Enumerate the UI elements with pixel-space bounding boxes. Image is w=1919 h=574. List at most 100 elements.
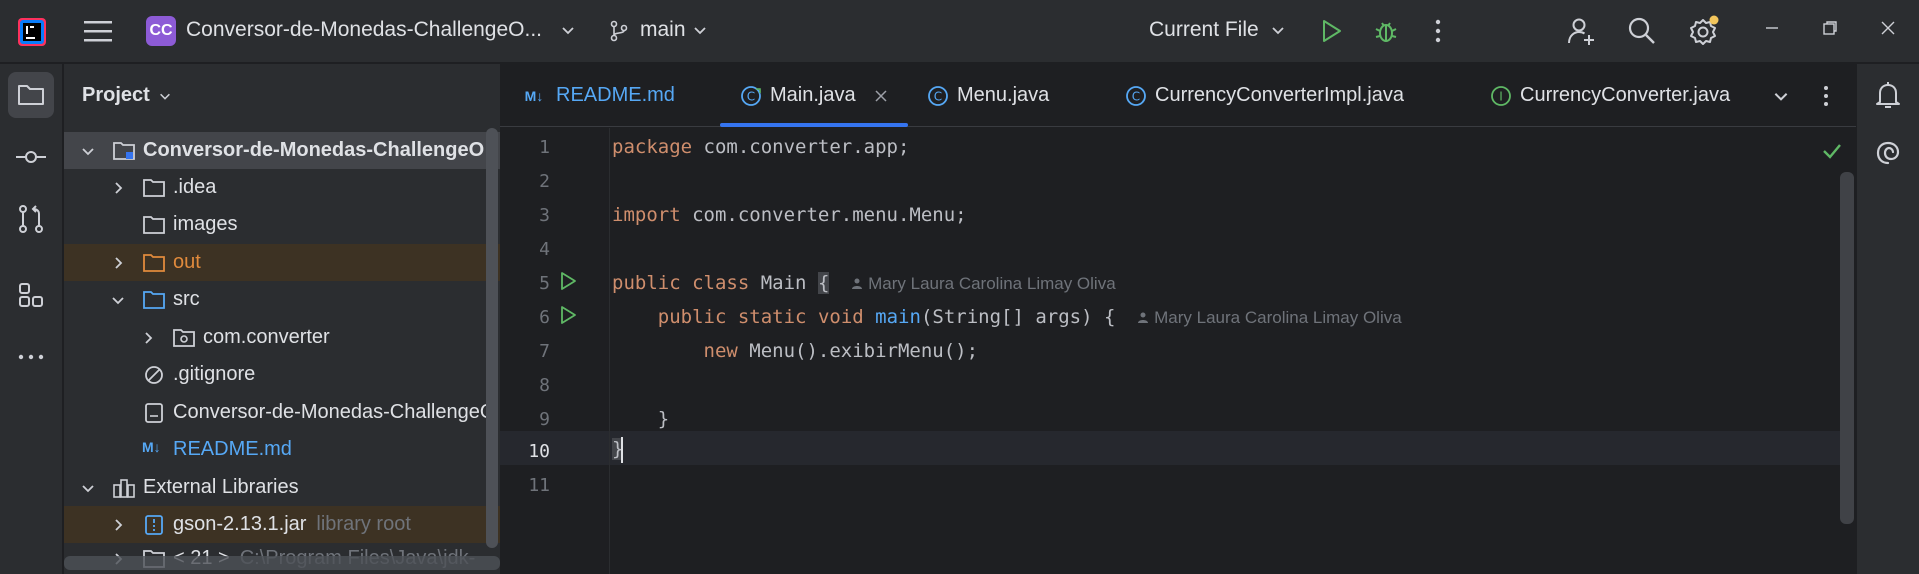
run-gutter-icon[interactable] <box>558 271 578 291</box>
chevron-down-icon[interactable] <box>1270 22 1286 38</box>
restore-window-icon[interactable] <box>1822 20 1838 36</box>
run-icon[interactable] <box>1318 18 1344 44</box>
tree-label: README.md <box>173 438 292 460</box>
tab-currency-converter[interactable]: I CurrencyConverter.java <box>1490 64 1730 127</box>
code-line-6[interactable]: public static void main(String[] args) {… <box>612 300 1402 334</box>
run-configuration-selector[interactable]: Current File <box>1149 18 1259 42</box>
code-keyword: new <box>703 340 738 362</box>
tree-row-gitignore[interactable]: .gitignore <box>64 356 500 393</box>
author-name: Mary Laura Carolina Limay Oliva <box>868 274 1116 293</box>
settings-gear-icon[interactable] <box>1688 15 1720 47</box>
project-badge[interactable]: CC <box>146 16 176 46</box>
tab-main-java[interactable]: C Main.java <box>720 64 908 127</box>
more-actions-icon[interactable] <box>1434 18 1442 44</box>
git-branch-icon[interactable] <box>608 20 630 42</box>
project-tool-folder-icon[interactable] <box>8 72 54 118</box>
close-tab-icon[interactable] <box>874 89 888 103</box>
debug-icon[interactable] <box>1372 17 1400 45</box>
pull-requests-icon[interactable] <box>8 196 54 242</box>
commit-icon[interactable] <box>8 134 54 180</box>
tree-row-gson-jar[interactable]: gson-2.13.1.jar library root <box>64 506 500 543</box>
vertical-scrollbar[interactable] <box>486 128 498 548</box>
code-text: (String[] args) { <box>920 306 1116 328</box>
tree-row-out[interactable]: out <box>64 244 500 281</box>
tab-currency-converter-impl[interactable]: C CurrencyConverterImpl.java <box>1125 64 1404 127</box>
tab-options-icon[interactable] <box>1822 64 1830 127</box>
chevron-right-icon[interactable] <box>110 180 126 196</box>
tree-row-images[interactable]: images <box>64 206 500 243</box>
code-keyword: void <box>817 306 864 328</box>
horizontal-scrollbar[interactable] <box>64 556 500 570</box>
run-gutter-icon[interactable] <box>558 305 578 325</box>
tab-readme[interactable]: M↓ README.md <box>520 64 675 127</box>
minimize-window-icon[interactable] <box>1764 20 1780 36</box>
tree-label: gson-2.13.1.jar <box>173 513 307 535</box>
chevron-right-icon[interactable] <box>110 517 126 533</box>
author-hint[interactable]: Mary Laura Carolina Limay Oliva <box>1137 308 1402 327</box>
editor-gutter: 1 2 3 4 5 6 7 8 9 10 11 <box>500 128 610 574</box>
tabs-overflow-chevron-icon[interactable] <box>1772 64 1790 127</box>
tree-row-external-libraries[interactable]: External Libraries <box>64 469 500 506</box>
code-line-3[interactable]: import com.converter.menu.Menu; <box>612 198 967 232</box>
code-function: main <box>875 306 921 328</box>
tree-row-src[interactable]: src <box>64 281 500 318</box>
tab-menu-java[interactable]: C Menu.java <box>927 64 1049 127</box>
line-number: 3 <box>539 205 550 226</box>
tree-row-idea[interactable]: .idea <box>64 169 500 206</box>
chevron-down-icon[interactable] <box>692 22 708 38</box>
chevron-down-icon[interactable] <box>80 480 96 496</box>
add-account-icon[interactable] <box>1566 16 1596 46</box>
editor-tab-bar: M↓ README.md C Main.java C Menu.java C C… <box>500 64 1856 127</box>
line-number: 8 <box>539 375 550 396</box>
chevron-right-icon[interactable] <box>110 255 126 271</box>
project-panel-header[interactable]: Project <box>82 84 172 107</box>
code-keyword: import <box>612 204 681 226</box>
tree-row-iml-file[interactable]: Conversor-de-Monedas-ChallengeO <box>64 394 500 431</box>
close-window-icon[interactable] <box>1880 20 1896 36</box>
code-keyword: public <box>657 306 727 328</box>
chevron-down-icon[interactable] <box>110 292 126 308</box>
chevron-down-icon[interactable] <box>560 22 576 38</box>
tree-row-readme[interactable]: M↓ README.md <box>64 431 500 468</box>
excluded-folder-icon <box>143 253 165 272</box>
tree-label: images <box>173 213 238 235</box>
main-menu-icon[interactable] <box>84 19 112 43</box>
author-hint[interactable]: Mary Laura Carolina Limay Oliva <box>851 274 1116 293</box>
branch-name[interactable]: main <box>640 18 686 42</box>
tree-row-package[interactable]: com.converter <box>64 319 500 356</box>
code-line-9[interactable]: } <box>612 402 669 436</box>
jar-archive-icon <box>145 514 163 535</box>
tree-label: Conversor-de-Monedas-ChallengeO <box>173 401 496 423</box>
code-line-7[interactable]: new Menu().exibirMenu(); <box>612 334 979 368</box>
code-editor[interactable]: 1 2 3 4 5 6 7 8 9 10 11 package com.conv… <box>500 128 1856 574</box>
svg-text:C: C <box>747 89 755 103</box>
chevron-down-icon[interactable] <box>158 89 172 103</box>
project-panel: Project Conversor-de-Monedas-ChallengeO … <box>64 64 500 574</box>
code-brace: { <box>817 272 830 294</box>
code-line-5[interactable]: public class Main { Mary Laura Carolina … <box>612 266 1116 300</box>
code-text: com.converter.menu.Menu; <box>680 204 967 226</box>
notifications-bell-icon[interactable] <box>1873 80 1903 110</box>
tab-label: CurrencyConverter.java <box>1520 84 1731 106</box>
code-line-10[interactable]: } <box>612 432 624 466</box>
editor-scrollbar[interactable] <box>1840 172 1854 524</box>
ignore-file-icon <box>145 365 163 384</box>
tab-label: Main.java <box>770 84 856 106</box>
code-line-1[interactable]: package com.converter.app; <box>612 130 909 164</box>
line-number: 4 <box>539 239 550 260</box>
no-problems-check-icon[interactable] <box>1822 142 1842 160</box>
module-folder-icon <box>113 141 135 160</box>
more-tools-icon[interactable] <box>8 334 54 380</box>
ai-assistant-spiral-icon[interactable] <box>1873 138 1903 168</box>
structure-icon[interactable] <box>8 272 54 318</box>
project-name[interactable]: Conversor-de-Monedas-ChallengeO... <box>186 18 542 42</box>
chevron-down-icon[interactable] <box>80 143 96 159</box>
search-icon[interactable] <box>1627 16 1657 46</box>
line-number: 10 <box>528 441 550 462</box>
libraries-icon <box>113 478 135 498</box>
code-text: } <box>612 408 670 430</box>
chevron-right-icon[interactable] <box>140 330 156 346</box>
tree-row-project-root[interactable]: Conversor-de-Monedas-ChallengeO <box>64 132 500 169</box>
line-number: 7 <box>539 341 550 362</box>
intellij-logo-icon[interactable] <box>18 18 46 46</box>
